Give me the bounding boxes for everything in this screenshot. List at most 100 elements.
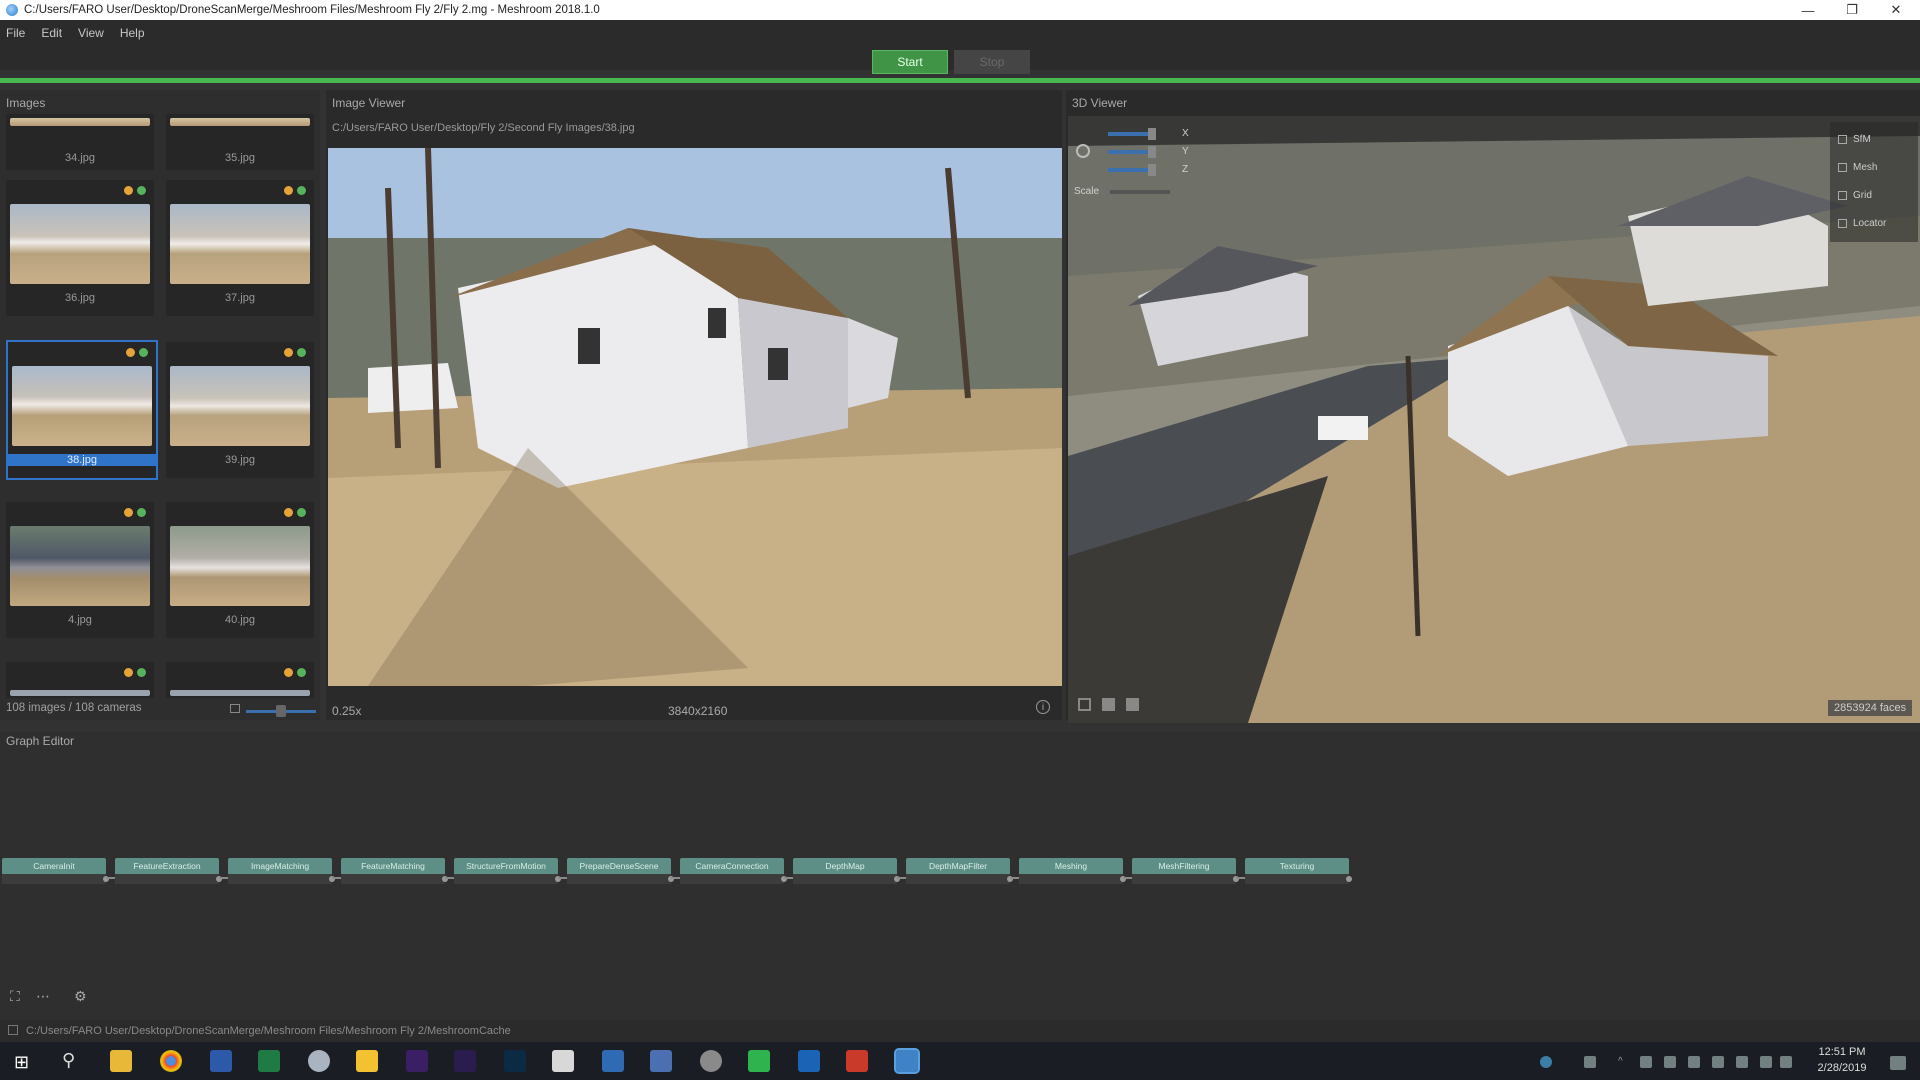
menu-view[interactable]: View — [78, 26, 104, 40]
word-icon[interactable] — [210, 1050, 232, 1072]
rotation-z-slider[interactable] — [1108, 164, 1156, 176]
tray-icon[interactable] — [1640, 1056, 1652, 1068]
image-resolution: 3840x2160 — [668, 704, 728, 718]
graph-node[interactable]: FeatureMatching — [341, 858, 448, 902]
graph-editor-title: Graph Editor — [6, 734, 75, 748]
graph-node-body — [793, 874, 897, 884]
app-icon[interactable] — [700, 1050, 722, 1072]
slider-handle[interactable] — [1148, 128, 1156, 140]
scale-slider[interactable] — [1110, 190, 1170, 194]
graph-node[interactable]: ImageMatching — [228, 858, 335, 902]
minimize-icon[interactable]: — — [1786, 0, 1830, 20]
graph-edge — [106, 877, 115, 879]
taskbar-clock[interactable]: 12:51 PM 2/28/2019 — [1800, 1044, 1884, 1076]
premiere-icon[interactable] — [454, 1050, 476, 1072]
image-thumb-4[interactable]: 4.jpg — [6, 502, 154, 638]
image-thumb-34[interactable]: 34.jpg — [6, 114, 154, 170]
tray-icon[interactable] — [1584, 1056, 1596, 1068]
camtasia-icon[interactable] — [748, 1050, 770, 1072]
3d-viewport[interactable] — [1068, 116, 1920, 723]
image-thumb-38[interactable]: 38.jpg — [6, 340, 158, 480]
graph-node[interactable]: PrepareDenseScene — [567, 858, 674, 902]
image-thumb-36[interactable]: 36.jpg — [6, 180, 154, 316]
outlook-icon[interactable] — [798, 1050, 820, 1072]
slider-handle[interactable] — [1148, 146, 1156, 158]
powerpoint-icon[interactable] — [846, 1050, 868, 1072]
file-explorer-icon[interactable] — [110, 1050, 132, 1072]
graph-node[interactable]: CameraConnection — [680, 858, 787, 902]
image-thumb-next-1[interactable] — [6, 662, 154, 698]
sticky-notes-icon[interactable] — [356, 1050, 378, 1072]
stop-button[interactable]: Stop — [954, 50, 1030, 74]
app-icon[interactable] — [308, 1050, 330, 1072]
restore-icon[interactable]: ❐ — [1830, 0, 1874, 20]
search-icon[interactable]: ⚲ — [62, 1050, 75, 1071]
image-thumb-39[interactable]: 39.jpg — [166, 342, 314, 478]
layer-sfm[interactable]: SfM — [1838, 134, 1871, 145]
image-thumb-next-2[interactable] — [166, 662, 314, 698]
layer-locator[interactable]: Locator — [1838, 218, 1886, 229]
start-button[interactable]: Start — [872, 50, 948, 74]
view-mode-textured-icon[interactable] — [1126, 698, 1139, 711]
image-thumb-40[interactable]: 40.jpg — [166, 502, 314, 638]
graph-node[interactable]: DepthMap — [793, 858, 900, 902]
tray-icon[interactable] — [1780, 1056, 1792, 1068]
layer-mesh[interactable]: Mesh — [1838, 162, 1877, 173]
graph-node[interactable]: StructureFromMotion — [454, 858, 561, 902]
image-thumb-35[interactable]: 35.jpg — [166, 114, 314, 170]
app-icon[interactable] — [650, 1050, 672, 1072]
house-photo — [328, 148, 1062, 686]
view-mode-solid-icon[interactable] — [1102, 698, 1115, 711]
rotate-icon[interactable] — [1076, 144, 1090, 158]
battery-icon[interactable] — [1712, 1056, 1724, 1068]
layer-checkbox[interactable] — [1838, 135, 1847, 144]
menu-file[interactable]: File — [6, 26, 25, 40]
gear-icon[interactable]: ⚙ — [74, 988, 87, 1005]
rotation-x-slider[interactable] — [1108, 128, 1156, 140]
menu-edit[interactable]: Edit — [41, 26, 62, 40]
tray-icon[interactable] — [1540, 1056, 1552, 1068]
menu-help[interactable]: Help — [120, 26, 145, 40]
acrobat-icon[interactable] — [552, 1050, 574, 1072]
tray-icon[interactable] — [1688, 1056, 1700, 1068]
graph-node[interactable]: Texturing — [1245, 858, 1352, 902]
info-icon[interactable]: i — [1036, 700, 1050, 714]
view-mode-wireframe-icon[interactable] — [1078, 698, 1091, 711]
graph-node[interactable]: FeatureExtraction — [115, 858, 222, 902]
graph-node-title: CameraInit — [2, 858, 106, 874]
photoshop-icon[interactable] — [504, 1050, 526, 1072]
thumbnail-size-slider[interactable] — [246, 705, 316, 717]
image-thumb-37[interactable]: 37.jpg — [166, 180, 314, 316]
tray-icon[interactable] — [1664, 1056, 1676, 1068]
meshroom-taskbar-icon[interactable] — [894, 1048, 920, 1074]
windows-start-icon[interactable]: ⊞ — [14, 1052, 29, 1073]
layer-checkbox[interactable] — [1838, 163, 1847, 172]
main-image[interactable] — [328, 148, 1062, 686]
graph-node-output-port[interactable] — [1346, 876, 1352, 882]
rotation-y-slider[interactable] — [1108, 146, 1156, 158]
graph-node-title: DepthMapFilter — [906, 858, 1010, 874]
close-icon[interactable]: ✕ — [1874, 0, 1918, 20]
image-thumb-label: 38.jpg — [8, 454, 156, 466]
graph-node[interactable]: DepthMapFilter — [906, 858, 1013, 902]
graph-node[interactable]: MeshFiltering — [1132, 858, 1239, 902]
layer-checkbox[interactable] — [1838, 219, 1847, 228]
fit-view-icon[interactable]: ⛶ — [10, 988, 20, 1005]
more-options-icon[interactable]: ⋯ — [36, 988, 50, 1005]
excel-icon[interactable] — [258, 1050, 280, 1072]
graph-node[interactable]: Meshing — [1019, 858, 1126, 902]
notifications-icon[interactable] — [1890, 1056, 1906, 1070]
slider-handle[interactable] — [1148, 164, 1156, 176]
graph-node[interactable]: CameraInit — [2, 858, 109, 902]
layer-checkbox[interactable] — [1838, 191, 1847, 200]
volume-icon[interactable] — [1760, 1056, 1772, 1068]
graph-node-title: FeatureMatching — [341, 858, 445, 874]
slider-handle[interactable] — [276, 705, 286, 717]
layer-grid[interactable]: Grid — [1838, 190, 1872, 201]
chrome-icon[interactable] — [160, 1050, 182, 1072]
chevron-up-icon[interactable]: ^ — [1618, 1056, 1630, 1068]
media-encoder-icon[interactable] — [406, 1050, 428, 1072]
app-icon[interactable] — [602, 1050, 624, 1072]
network-icon[interactable] — [1736, 1056, 1748, 1068]
status-dot-orange — [126, 348, 135, 357]
